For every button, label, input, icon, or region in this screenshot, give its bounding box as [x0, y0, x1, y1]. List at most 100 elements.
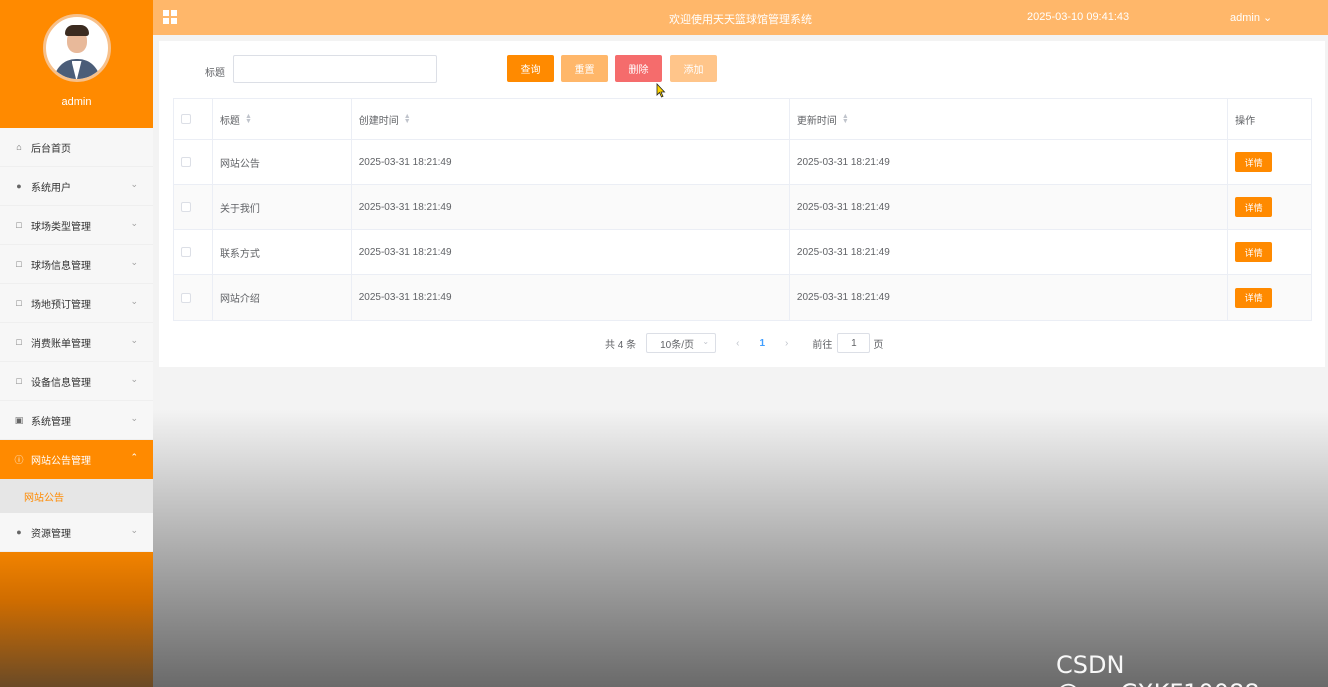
mouse-cursor-icon: [656, 83, 666, 98]
row-checkbox[interactable]: [181, 247, 191, 257]
cell-title: 关于我们: [213, 185, 352, 229]
row-checkbox[interactable]: [181, 202, 191, 212]
chevron-down-icon: ⌄: [130, 218, 138, 228]
sidebar-item-label: 网站公告管理: [31, 456, 91, 467]
page-size-select[interactable]: 10条/页 ⌄: [646, 333, 717, 353]
profile-username: admin: [61, 96, 92, 108]
chevron-down-icon: ⌄: [130, 525, 138, 535]
column-header-title: 标题: [219, 115, 240, 127]
chevron-down-icon: ⌄: [130, 296, 138, 306]
submenu-item-label: 网站公告: [24, 492, 64, 504]
cell-title: 联系方式: [213, 230, 352, 274]
sort-icon[interactable]: ▲ ▼: [404, 113, 411, 125]
location-icon: ●: [16, 527, 22, 537]
detail-button[interactable]: 详情: [1235, 152, 1273, 172]
grid-menu-icon[interactable]: [163, 10, 177, 24]
chevron-down-icon: ⌄: [130, 413, 138, 423]
folder-icon: □: [16, 376, 22, 386]
sidebar-item-announcements[interactable]: ⓘ 网站公告管理 ⌃: [0, 440, 153, 479]
user-dropdown[interactable]: admin ⌄: [1230, 11, 1272, 24]
row-checkbox[interactable]: [181, 292, 191, 303]
home-icon: ⌂: [16, 142, 22, 152]
sidebar-item-label: 设备信息管理: [31, 377, 91, 389]
sidebar-item-label: 系统用户: [31, 182, 71, 194]
sidebar-item-equipment[interactable]: □ 设备信息管理 ⌄: [0, 362, 153, 401]
sidebar: admin ⌂ 后台首页 ● 系统用户 ⌄ □ 球场类型管理 ⌄ □ 球场信息管…: [0, 0, 153, 687]
sidebar-item-label: 后台首页: [31, 143, 71, 155]
column-header-operation: 操作: [1235, 115, 1256, 127]
detail-button[interactable]: 详情: [1235, 287, 1273, 308]
detail-button[interactable]: 详情: [1235, 197, 1273, 217]
header-title-cell[interactable]: 标题 ▲ ▼: [213, 99, 352, 139]
next-page-icon[interactable]: ›: [785, 338, 788, 349]
column-header-created: 创建时间: [358, 115, 399, 127]
table-row: 联系方式 2025-03-31 18:21:49 2025-03-31 18:2…: [174, 230, 1311, 275]
sidebar-item-system[interactable]: ▣ 系统管理 ⌄: [0, 401, 153, 440]
row-checkbox[interactable]: [181, 157, 191, 167]
current-datetime: 2025-03-10 09:41:43: [1027, 11, 1130, 23]
page-number[interactable]: 1: [759, 338, 765, 349]
avatar[interactable]: [42, 14, 111, 82]
header-created-cell[interactable]: 创建时间 ▲ ▼: [352, 99, 790, 139]
chevron-down-icon: ⌄: [130, 374, 138, 384]
sidebar-item-label: 系统管理: [31, 416, 71, 428]
app-title: 欢迎使用天天篮球馆管理系统: [669, 14, 812, 26]
sidebar-item-billing[interactable]: □ 消费账单管理 ⌄: [0, 323, 153, 362]
query-button[interactable]: 查询: [507, 55, 554, 82]
column-header-updated: 更新时间: [796, 115, 837, 127]
select-all-checkbox[interactable]: [181, 114, 191, 124]
cell-title: 网站公告: [213, 140, 352, 184]
folder-icon: □: [16, 259, 22, 269]
chevron-down-icon: ⌄: [130, 335, 138, 345]
sidebar-item-court-info[interactable]: □ 球场信息管理 ⌄: [0, 245, 153, 284]
cell-updated: 2025-03-31 18:21:49: [790, 230, 1229, 274]
cell-created: 2025-03-31 18:21:49: [352, 185, 790, 229]
pagination-total: 共 4 条: [605, 339, 637, 351]
watermark: CSDN @vx_CXKF10088: [1056, 651, 1260, 687]
table-row: 关于我们 2025-03-31 18:21:49 2025-03-31 18:2…: [174, 185, 1311, 230]
search-label: 标题: [205, 68, 225, 79]
table-row: 网站公告 2025-03-31 18:21:49 2025-03-31 18:2…: [174, 140, 1311, 185]
page-size-value: 10条/页: [660, 339, 695, 351]
content-panel: 标题 查询 重置 删除 添加 标题 ▲ ▼ 创建时间 ▲ ▼ 更新时间 ▲ ▼ 操作: [159, 41, 1325, 367]
sidebar-item-label: 资源管理: [31, 528, 71, 540]
user-icon: ●: [16, 181, 22, 191]
sidebar-item-home[interactable]: ⌂ 后台首页: [0, 128, 153, 167]
chevron-down-icon: ⌄: [130, 257, 138, 267]
header-select-cell: [174, 99, 213, 139]
sidebar-item-label: 场地预订管理: [31, 299, 91, 311]
chevron-down-icon: ⌄: [130, 179, 138, 189]
sidebar-item-system-users[interactable]: ● 系统用户 ⌄: [0, 167, 153, 206]
cell-created: 2025-03-31 18:21:49: [352, 275, 790, 320]
chevron-down-icon: ⌄: [1263, 12, 1273, 24]
reset-button[interactable]: 重置: [561, 55, 608, 82]
cell-created: 2025-03-31 18:21:49: [352, 140, 790, 184]
delete-button[interactable]: 删除: [615, 55, 662, 82]
header-operation-cell: 操作: [1228, 99, 1311, 139]
goto-page-input[interactable]: 1: [837, 333, 871, 353]
announcement-table: 标题 ▲ ▼ 创建时间 ▲ ▼ 更新时间 ▲ ▼ 操作 网站公告 2025-03-31…: [173, 98, 1312, 321]
cell-created: 2025-03-31 18:21:49: [352, 230, 790, 274]
header-updated-cell[interactable]: 更新时间 ▲ ▼: [790, 99, 1229, 139]
sort-icon[interactable]: ▲ ▼: [245, 113, 252, 125]
detail-button[interactable]: 详情: [1235, 242, 1273, 262]
sidebar-menu: ⌂ 后台首页 ● 系统用户 ⌄ □ 球场类型管理 ⌄ □ 球场信息管理 ⌄ □ …: [0, 128, 153, 552]
pagination: 共 4 条 10条/页 ⌄ ‹ 1 › 前往 1 页: [605, 333, 883, 353]
sidebar-item-booking[interactable]: □ 场地预订管理 ⌄: [0, 284, 153, 323]
top-bar: 欢迎使用天天篮球馆管理系统 2025-03-10 09:41:43 admin …: [153, 0, 1328, 35]
sidebar-item-resources[interactable]: ● 资源管理 ⌄: [0, 513, 153, 552]
add-button[interactable]: 添加: [670, 55, 717, 82]
goto-label: 前往: [812, 339, 833, 351]
chevron-down-icon: ⌄: [702, 337, 710, 346]
user-name: admin: [1230, 12, 1260, 24]
sidebar-item-label: 球场类型管理: [31, 221, 91, 233]
prev-page-icon[interactable]: ‹: [736, 338, 739, 349]
submenu-item-announcement[interactable]: 网站公告: [0, 479, 153, 513]
cell-updated: 2025-03-31 18:21:49: [790, 185, 1229, 229]
profile-section: admin: [0, 0, 153, 128]
table-row: 网站介绍 2025-03-31 18:21:49 2025-03-31 18:2…: [174, 275, 1311, 320]
search-input[interactable]: [233, 55, 437, 83]
folder-icon: □: [16, 298, 22, 308]
sort-icon[interactable]: ▲ ▼: [842, 113, 849, 125]
sidebar-item-court-types[interactable]: □ 球场类型管理 ⌄: [0, 206, 153, 245]
